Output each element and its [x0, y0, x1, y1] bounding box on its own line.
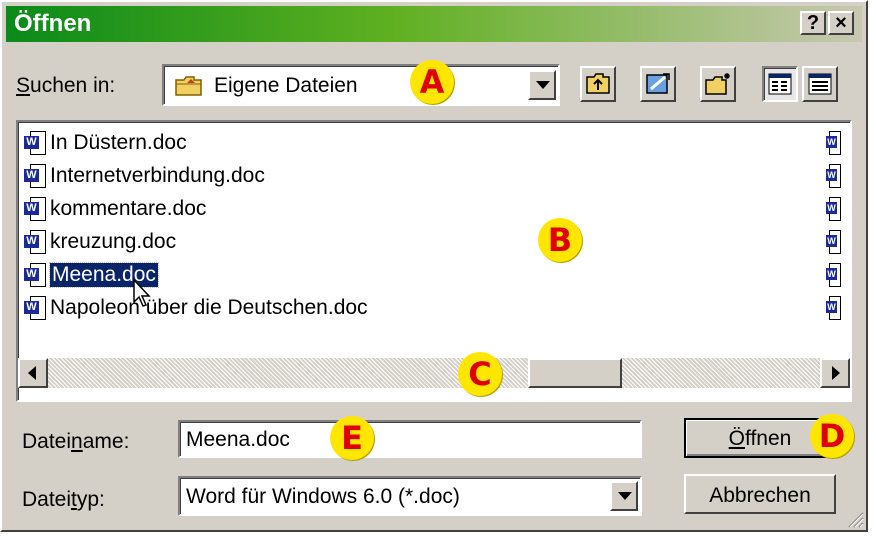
filetype-dropdown-button[interactable] [610, 481, 638, 511]
word-document-icon: W [24, 262, 46, 288]
scrollbar-thumb[interactable] [528, 358, 622, 388]
cancel-button[interactable]: Abbrechen [684, 474, 836, 514]
close-button[interactable]: × [828, 11, 854, 35]
file-list-item[interactable]: W Napoleon über die Deutschen.doc [24, 293, 368, 323]
details-view-icon [808, 73, 832, 100]
file-name: Internetverbindung.doc [50, 164, 265, 187]
list-view-icon [768, 73, 792, 100]
word-document-icon: W [24, 295, 46, 321]
new-folder-button[interactable] [700, 66, 736, 102]
file-list-item[interactable]: W In Düstern.doc [24, 128, 187, 158]
annotation-badge-e: E [330, 416, 374, 460]
word-document-icon: W [826, 296, 841, 320]
word-document-icon: W [826, 263, 841, 287]
chevron-down-icon [618, 492, 632, 500]
scroll-right-button[interactable] [820, 358, 850, 388]
lookin-combobox[interactable]: Eigene Dateien [162, 64, 560, 106]
arrow-right-icon [832, 366, 840, 380]
mouse-cursor-icon [132, 278, 154, 313]
file-list-item[interactable]: Wkreuzung.doc [24, 227, 176, 257]
scrollbar-track[interactable] [18, 358, 850, 388]
new-folder-icon [704, 71, 732, 102]
chevron-down-icon [536, 81, 550, 89]
annotation-badge-b: B [538, 218, 582, 262]
word-document-icon: W [24, 229, 46, 255]
file-name: Napoleon über die Deutschen.doc [50, 296, 368, 319]
lookin-label: Suchen in: [16, 74, 116, 97]
favorites-button[interactable] [640, 66, 676, 102]
window-title: Öffnen [14, 10, 92, 37]
lookin-value: Eigene Dateien [214, 74, 358, 97]
word-document-icon: W [826, 230, 841, 254]
help-button[interactable]: ? [800, 11, 826, 35]
filename-value: Meena.doc [186, 428, 290, 451]
word-document-icon: W [826, 131, 841, 155]
folder-icon [174, 74, 204, 103]
annotation-badge-c: C [458, 352, 502, 396]
title-bar[interactable]: Öffnen ? × [6, 6, 862, 42]
file-name: kreuzung.doc [50, 230, 177, 253]
file-list[interactable]: W In Düstern.doc W W Internetverbindung.doc W… [16, 120, 852, 402]
favorites-icon [645, 71, 671, 102]
filename-label: Dateiname: [22, 430, 130, 453]
file-list-item[interactable]: W Internetverbindung.doc [24, 161, 265, 191]
filename-input[interactable]: Meena.doc [178, 420, 642, 458]
arrow-left-icon [28, 366, 36, 380]
lookin-dropdown-button[interactable] [528, 70, 556, 100]
up-one-level-icon [585, 72, 611, 101]
resize-grip-icon[interactable] [846, 510, 864, 528]
file-name: In Düstern.doc [50, 131, 187, 154]
horizontal-scrollbar[interactable] [18, 358, 850, 388]
open-dialog: Öffnen ? × Suchen in: Eigene Dateien W I… [0, 0, 868, 532]
details-view-button[interactable] [802, 66, 838, 102]
file-list-item[interactable]: Wkommentare.doc [24, 194, 206, 224]
up-one-level-button[interactable] [580, 66, 616, 102]
word-document-icon: W [826, 197, 841, 221]
annotation-badge-d: D [810, 414, 854, 458]
word-document-icon: W [24, 130, 46, 156]
scroll-left-button[interactable] [18, 358, 48, 388]
annotation-badge-a: A [410, 60, 454, 104]
filetype-value: Word für Windows 6.0 (*.doc) [186, 485, 460, 508]
list-view-button[interactable] [762, 66, 798, 102]
file-name: kommentare.doc [50, 197, 207, 220]
filetype-label: Dateityp: [22, 488, 105, 511]
word-document-icon: W [826, 164, 841, 188]
filetype-combobox[interactable]: Word für Windows 6.0 (*.doc) [178, 476, 642, 516]
word-document-icon: W [24, 163, 46, 189]
word-document-icon: W [24, 196, 46, 222]
